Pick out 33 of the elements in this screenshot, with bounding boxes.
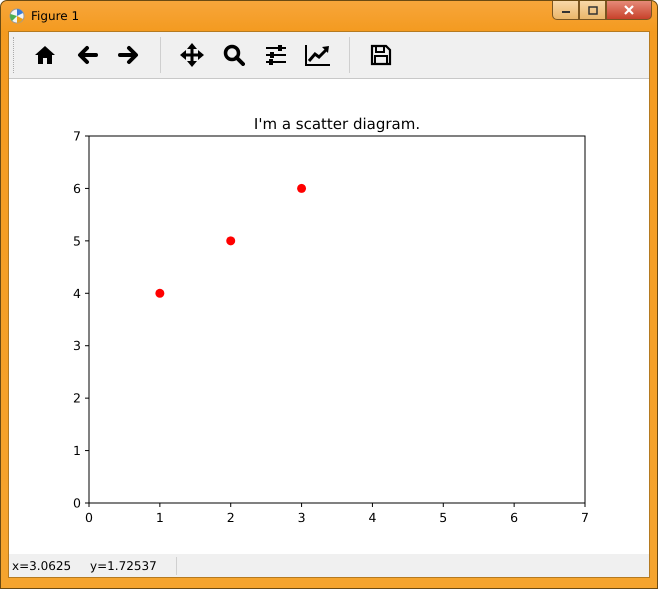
four-way-arrow-icon — [180, 43, 204, 67]
y-tick-label: 2 — [73, 390, 81, 406]
y-tick-label: 0 — [73, 496, 81, 510]
y-tick-label: 6 — [73, 180, 81, 196]
maximize-icon — [588, 6, 598, 14]
x-tick-label: 4 — [368, 510, 376, 525]
y-tick-label: 7 — [73, 128, 81, 144]
x-tick-label: 6 — [510, 510, 518, 525]
y-tick-label: 1 — [73, 443, 81, 458]
x-coordinate: x=3.0625 — [12, 558, 72, 572]
home-icon — [34, 45, 56, 65]
sliders-icon — [265, 45, 287, 65]
minimize-button[interactable] — [552, 1, 579, 20]
x-tick-label: 3 — [298, 510, 306, 525]
x-tick-label: 1 — [156, 510, 164, 525]
y-tick-label: 5 — [73, 233, 81, 248]
close-icon — [623, 5, 635, 15]
maximize-button[interactable] — [579, 1, 606, 20]
close-button[interactable] — [606, 1, 652, 20]
x-tick-label: 7 — [581, 510, 589, 525]
y-tick-label: 3 — [73, 338, 81, 354]
search-icon — [223, 44, 245, 66]
y-tick-label: 4 — [73, 286, 81, 301]
x-tick-label: 2 — [226, 510, 235, 525]
left-arrow-icon — [76, 45, 98, 65]
x-tick-label: 5 — [439, 510, 448, 525]
chart-title: I'm a scatter diagram. — [254, 115, 420, 133]
line-chart-icon — [305, 44, 331, 66]
right-arrow-icon — [118, 45, 140, 65]
y-coordinate: y=1.72537 — [90, 558, 158, 572]
app-icon — [9, 8, 25, 24]
window-title: Figure 1 — [31, 9, 80, 23]
x-tick-label: 0 — [85, 510, 93, 525]
